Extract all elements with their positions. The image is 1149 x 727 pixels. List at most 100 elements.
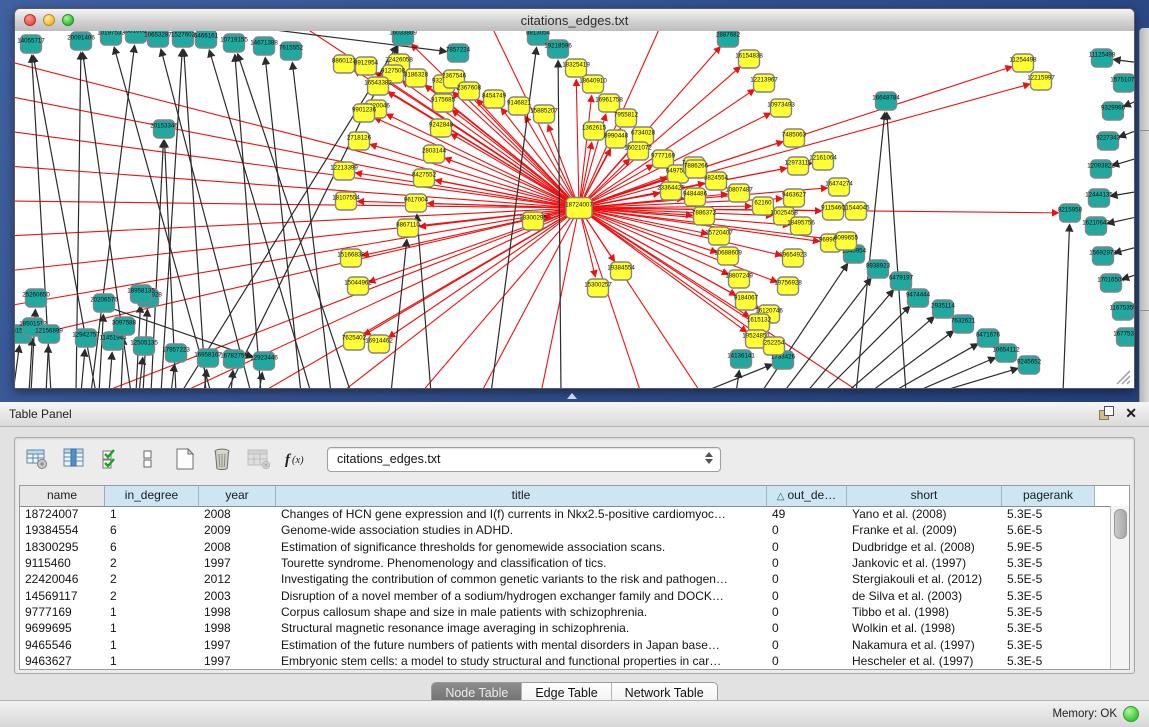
graph-node[interactable]: 6466161 (194, 31, 219, 48)
table-cell[interactable]: Genome-wide association studies in ADHD. (276, 523, 767, 537)
graph-node[interactable]: 12213967 (750, 74, 778, 92)
table-cell[interactable]: Estimation of the future numbers of pati… (276, 638, 767, 652)
table-cell[interactable]: 9777169 (20, 605, 105, 619)
graph-edge[interactable] (869, 331, 953, 388)
graph-edge[interactable] (341, 208, 579, 388)
graph-node[interactable]: 18107554 (332, 192, 360, 210)
graph-edge[interactable] (1119, 129, 1134, 137)
float-panel-icon[interactable] (1099, 406, 1113, 420)
graph-edge[interactable] (15, 346, 19, 388)
table-cell[interactable]: 9115460 (20, 556, 105, 570)
table-cell[interactable]: 0 (767, 638, 847, 652)
table-cell[interactable]: 0 (767, 572, 847, 586)
table-cell[interactable]: 9699695 (20, 621, 105, 635)
table-cell[interactable]: 22420046 (20, 572, 105, 586)
graph-edge[interactable] (576, 80, 579, 208)
graph-node[interactable]: 25260650 (22, 289, 50, 307)
table-cell[interactable]: 1 (105, 605, 199, 619)
graph-node[interactable]: 15885207 (530, 105, 558, 123)
window-resize-grip[interactable] (1117, 371, 1130, 384)
table-cell[interactable]: 5.3E-5 (1002, 621, 1095, 635)
column-header-title[interactable]: title (276, 486, 767, 506)
table-cell[interactable]: 6 (105, 523, 199, 537)
graph-edge[interactable] (1115, 246, 1134, 253)
table-row[interactable]: 969969511998Structural magnetic resonanc… (20, 620, 1111, 636)
graph-node[interactable]: 18325419 (562, 59, 590, 77)
graph-node[interactable]: 12093822 (1087, 160, 1115, 178)
graph-node[interactable]: 12161064 (809, 152, 837, 170)
column-header-in_degree[interactable]: in_degree (105, 486, 199, 506)
graph-edge[interactable] (1112, 157, 1134, 166)
column-header-year[interactable]: year (199, 486, 276, 506)
table-options-icon[interactable] (25, 447, 49, 471)
graph-edge[interactable] (81, 350, 85, 388)
graph-edge[interactable] (109, 353, 112, 388)
table-cell[interactable]: 19384554 (20, 523, 105, 537)
graph-node[interactable]: 2718126 (347, 132, 372, 150)
graph-node[interactable]: 17957223 (162, 344, 190, 362)
table-cell[interactable]: 2 (105, 589, 199, 603)
table-cell[interactable]: 2003 (199, 589, 276, 603)
table-cell[interactable]: 5.3E-5 (1002, 654, 1095, 668)
graph-edge[interactable] (1124, 99, 1134, 106)
graph-node[interactable]: 20206576 (90, 294, 118, 312)
graph-node[interactable]: 2935114 (931, 300, 955, 318)
table-cell[interactable]: 5.3E-5 (1002, 638, 1095, 652)
column-header-out_de[interactable]: △out_de… (767, 486, 847, 506)
graph-node[interactable]: 12973115 (784, 157, 812, 175)
graph-node[interactable]: 16775343 (1113, 328, 1134, 346)
import-table-icon[interactable] (247, 447, 271, 471)
graph-node[interactable]: 9175685 (431, 94, 456, 112)
graph-node[interactable]: 9245652 (1017, 356, 1042, 374)
graph-node[interactable]: 10653287 (144, 31, 172, 47)
table-cell[interactable]: Dudbridge et al. (2008) (847, 540, 1002, 554)
table-cell[interactable]: 0 (767, 621, 847, 635)
graph-node[interactable]: 9617004 (404, 194, 429, 212)
graph-node[interactable]: 18807249 (725, 270, 753, 288)
graph-node[interactable]: 1527602 (171, 31, 196, 47)
table-cell[interactable]: 0 (767, 540, 847, 554)
table-cell[interactable]: Tibbo et al. (1998) (847, 605, 1002, 619)
graph-node[interactable]: 8471676 (976, 329, 1001, 347)
table-cell[interactable]: 2009 (199, 523, 276, 537)
graph-node[interactable]: 15300257 (584, 279, 612, 297)
graph-node[interactable]: 9463627 (782, 189, 807, 207)
graph-node[interactable]: 9227343 (1096, 132, 1121, 150)
table-scrollbar[interactable] (1110, 506, 1129, 669)
table-row[interactable]: 1938455462009Genome-wide association stu… (20, 522, 1111, 538)
table-cell[interactable]: 1 (105, 654, 199, 668)
table-cell[interactable]: Embryonic stem cells: a model to study s… (276, 654, 767, 668)
table-cell[interactable]: 1997 (199, 556, 276, 570)
graph-node[interactable]: 7625402 (342, 332, 367, 350)
graph-node[interactable]: 10688609 (714, 247, 742, 265)
graph-node[interactable]: 10654112 (992, 344, 1020, 362)
graph-node[interactable]: 15044962 (344, 277, 372, 295)
table-cell[interactable]: 1997 (199, 654, 276, 668)
table-row[interactable]: 911546021997Tourette syndrome. Phenomeno… (20, 555, 1111, 571)
table-cell[interactable]: 2008 (199, 507, 276, 521)
graph-node[interactable]: 16914462 (365, 335, 393, 353)
graph-edge[interactable] (421, 208, 579, 388)
table-cell[interactable]: 14569117 (20, 589, 105, 603)
graph-node[interactable]: 10197533 (97, 31, 125, 45)
graph-node[interactable]: 8860123 (332, 55, 357, 73)
graph-node[interactable]: 14136141 (727, 350, 755, 368)
graph-node[interactable]: 16648784 (872, 92, 900, 110)
table-cell[interactable]: 0 (767, 605, 847, 619)
graph-node[interactable]: 18724007 (565, 198, 593, 219)
new-table-icon[interactable] (173, 447, 197, 471)
graph-node[interactable]: 23364425 (657, 182, 685, 200)
table-row[interactable]: 946554611997Estimation of the future num… (20, 636, 1111, 652)
graph-node[interactable]: 12923446 (250, 352, 278, 370)
table-row[interactable]: 1830029562008Estimation of significance … (20, 539, 1111, 555)
column-header-pagerank[interactable]: pagerank (1002, 486, 1095, 506)
table-cell[interactable]: 0 (767, 654, 847, 668)
graph-node[interactable]: 15692971 (1089, 247, 1117, 265)
network-canvas[interactable]: 1405571720091406101975331531803110653287… (15, 31, 1134, 388)
graph-node[interactable]: 16782759 (220, 350, 248, 368)
graph-node[interactable]: 16474274 (825, 178, 853, 196)
graph-node[interactable]: 252254 (764, 337, 785, 355)
table-cell[interactable]: 2 (105, 556, 199, 570)
graph-node[interactable]: 2803144 (422, 145, 447, 163)
table-cell[interactable]: Hescheler et al. (1997) (847, 654, 1002, 668)
